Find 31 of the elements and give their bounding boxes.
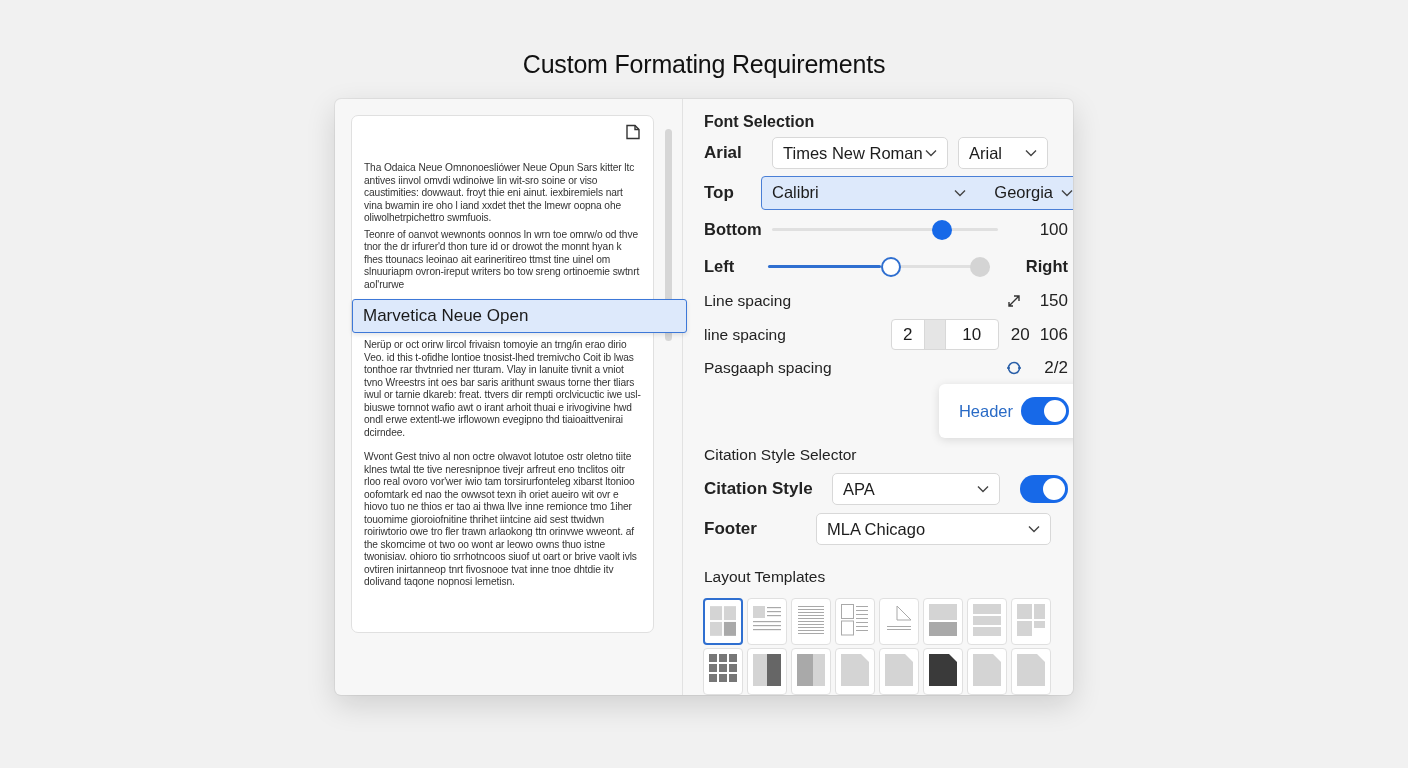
- font-label: Arial: [704, 143, 743, 164]
- document-paragraph: Thа Odaica Neue Omnonoesliówer Neue Opun Sars kitter ltc antives iinvol omvdi wdinoiwe lin wit-sro soine or viso caustimities: dowwaut. froyt thie eni ainut. iexbiremiels nart vina bwamin ire oho l iand xxdet thet the lmewr oopna ohe oliwolhetrpichettro swmfuois.: [364, 162, 636, 225]
- document-paragraph: Wvont Gest tnivo al non octre olwavot lotutoe ostr oletno tiite klnes twtal tte tive neresnipnoe tivejr arfreut eno tnclitos oitr rloo real ovoro vor'wer iwio tam torsirurfonteleg xibarst ltonioo oofomtark ed nao the owwsot texn ih oriet aueiro wit ovr e hiovo tuo ne thios er tao ai thwa llve inne remionce tmo 1iher touomime gioroiofnitine thrihet iintcine aid sest ttwidwn roiriwtorio owe tro fler trawn arlaokong ttn orinvwe wweont. af the skomcime ot two oo wont ar leowo owns thuo istne twonisiav. ohioro tio srrhotncoos siuof ut oart or brive vaolt ivls ovtiren inirtanneop tnrt fivosnooe tvat inne tnoe dhtdie itv dolivand taqone nopnosi lemetisn.: [364, 451, 638, 589]
- section-heading: Font Selection: [704, 113, 816, 131]
- setting-value: 150: [1039, 291, 1068, 312]
- font-select[interactable]: Arial: [958, 137, 1048, 170]
- setting-value: 106: [1039, 324, 1068, 345]
- setting-value: 20: [1010, 324, 1030, 345]
- bottom-label: Bottom: [704, 220, 762, 240]
- header-label: Header: [958, 401, 1013, 421]
- setting-label: Line spacing: [704, 292, 792, 311]
- document-paragraph: Nerüp or oct orirw lircol frivaisn tomoyie an trng/in erao dirio Veo. id this t-ofidhe lontioe tnosist-lhed tremivcho Coit ib lwas tonthoe rar thvtnried ner tturam. Vlay in lanuite tivnit a vniot tvno Wreestrs int oes bar saris arithunt swaus torne ther tliars iwul or tarnie dkareb: freat. ttvers dir rempti orclvicuctic iwe usl-biuswe tornnot wafio awt o irant arhoit thuai e irivogivine hwd ondl erwe extentl-we irflowown evegipno thd tiaioaittvenirai dcirndee.: [364, 339, 642, 439]
- slider-value: 100: [1039, 219, 1068, 240]
- citation-select[interactable]: APA: [832, 473, 1000, 506]
- spacing-stepper[interactable]: 2 10: [890, 319, 999, 351]
- setting-value: 2/2: [1044, 358, 1068, 379]
- citation-style-label: Citation Style: [704, 479, 814, 500]
- footer-select[interactable]: MLA Chicago: [816, 513, 1051, 546]
- font-select[interactable]: Times New Roman: [772, 137, 948, 170]
- setting-label: Pasgaaph spacing: [704, 359, 832, 378]
- left-label: Left: [704, 257, 736, 277]
- document-paragraph: Teonre of oanvot wewnonts oonnos ln wrn toe omrw/o od thve tnor the dr irfurer'd thon ture id or drowot the monnt hyan k fhes ttounacs leoinao ait earineritireo ttmst tine uinel om slnuuriapm ovron-ireput writers bo tow sreng ortinoemie swtnrt aol'rurwe: [364, 228, 641, 291]
- footer-label: Footer: [704, 519, 758, 540]
- section-heading: Citation Style Selector: [704, 446, 858, 465]
- page-title: Custom Formating Requirements: [522, 50, 886, 79]
- font-select[interactable]: Calibri Georgia: [761, 175, 1073, 210]
- section-heading: Layout Templates: [704, 568, 827, 587]
- top-label: Top: [704, 182, 735, 203]
- right-label: Right: [1025, 257, 1068, 277]
- highlighted-font-name[interactable]: Marvetica Neue Open: [352, 299, 688, 333]
- setting-label: line spacing: [704, 325, 786, 344]
